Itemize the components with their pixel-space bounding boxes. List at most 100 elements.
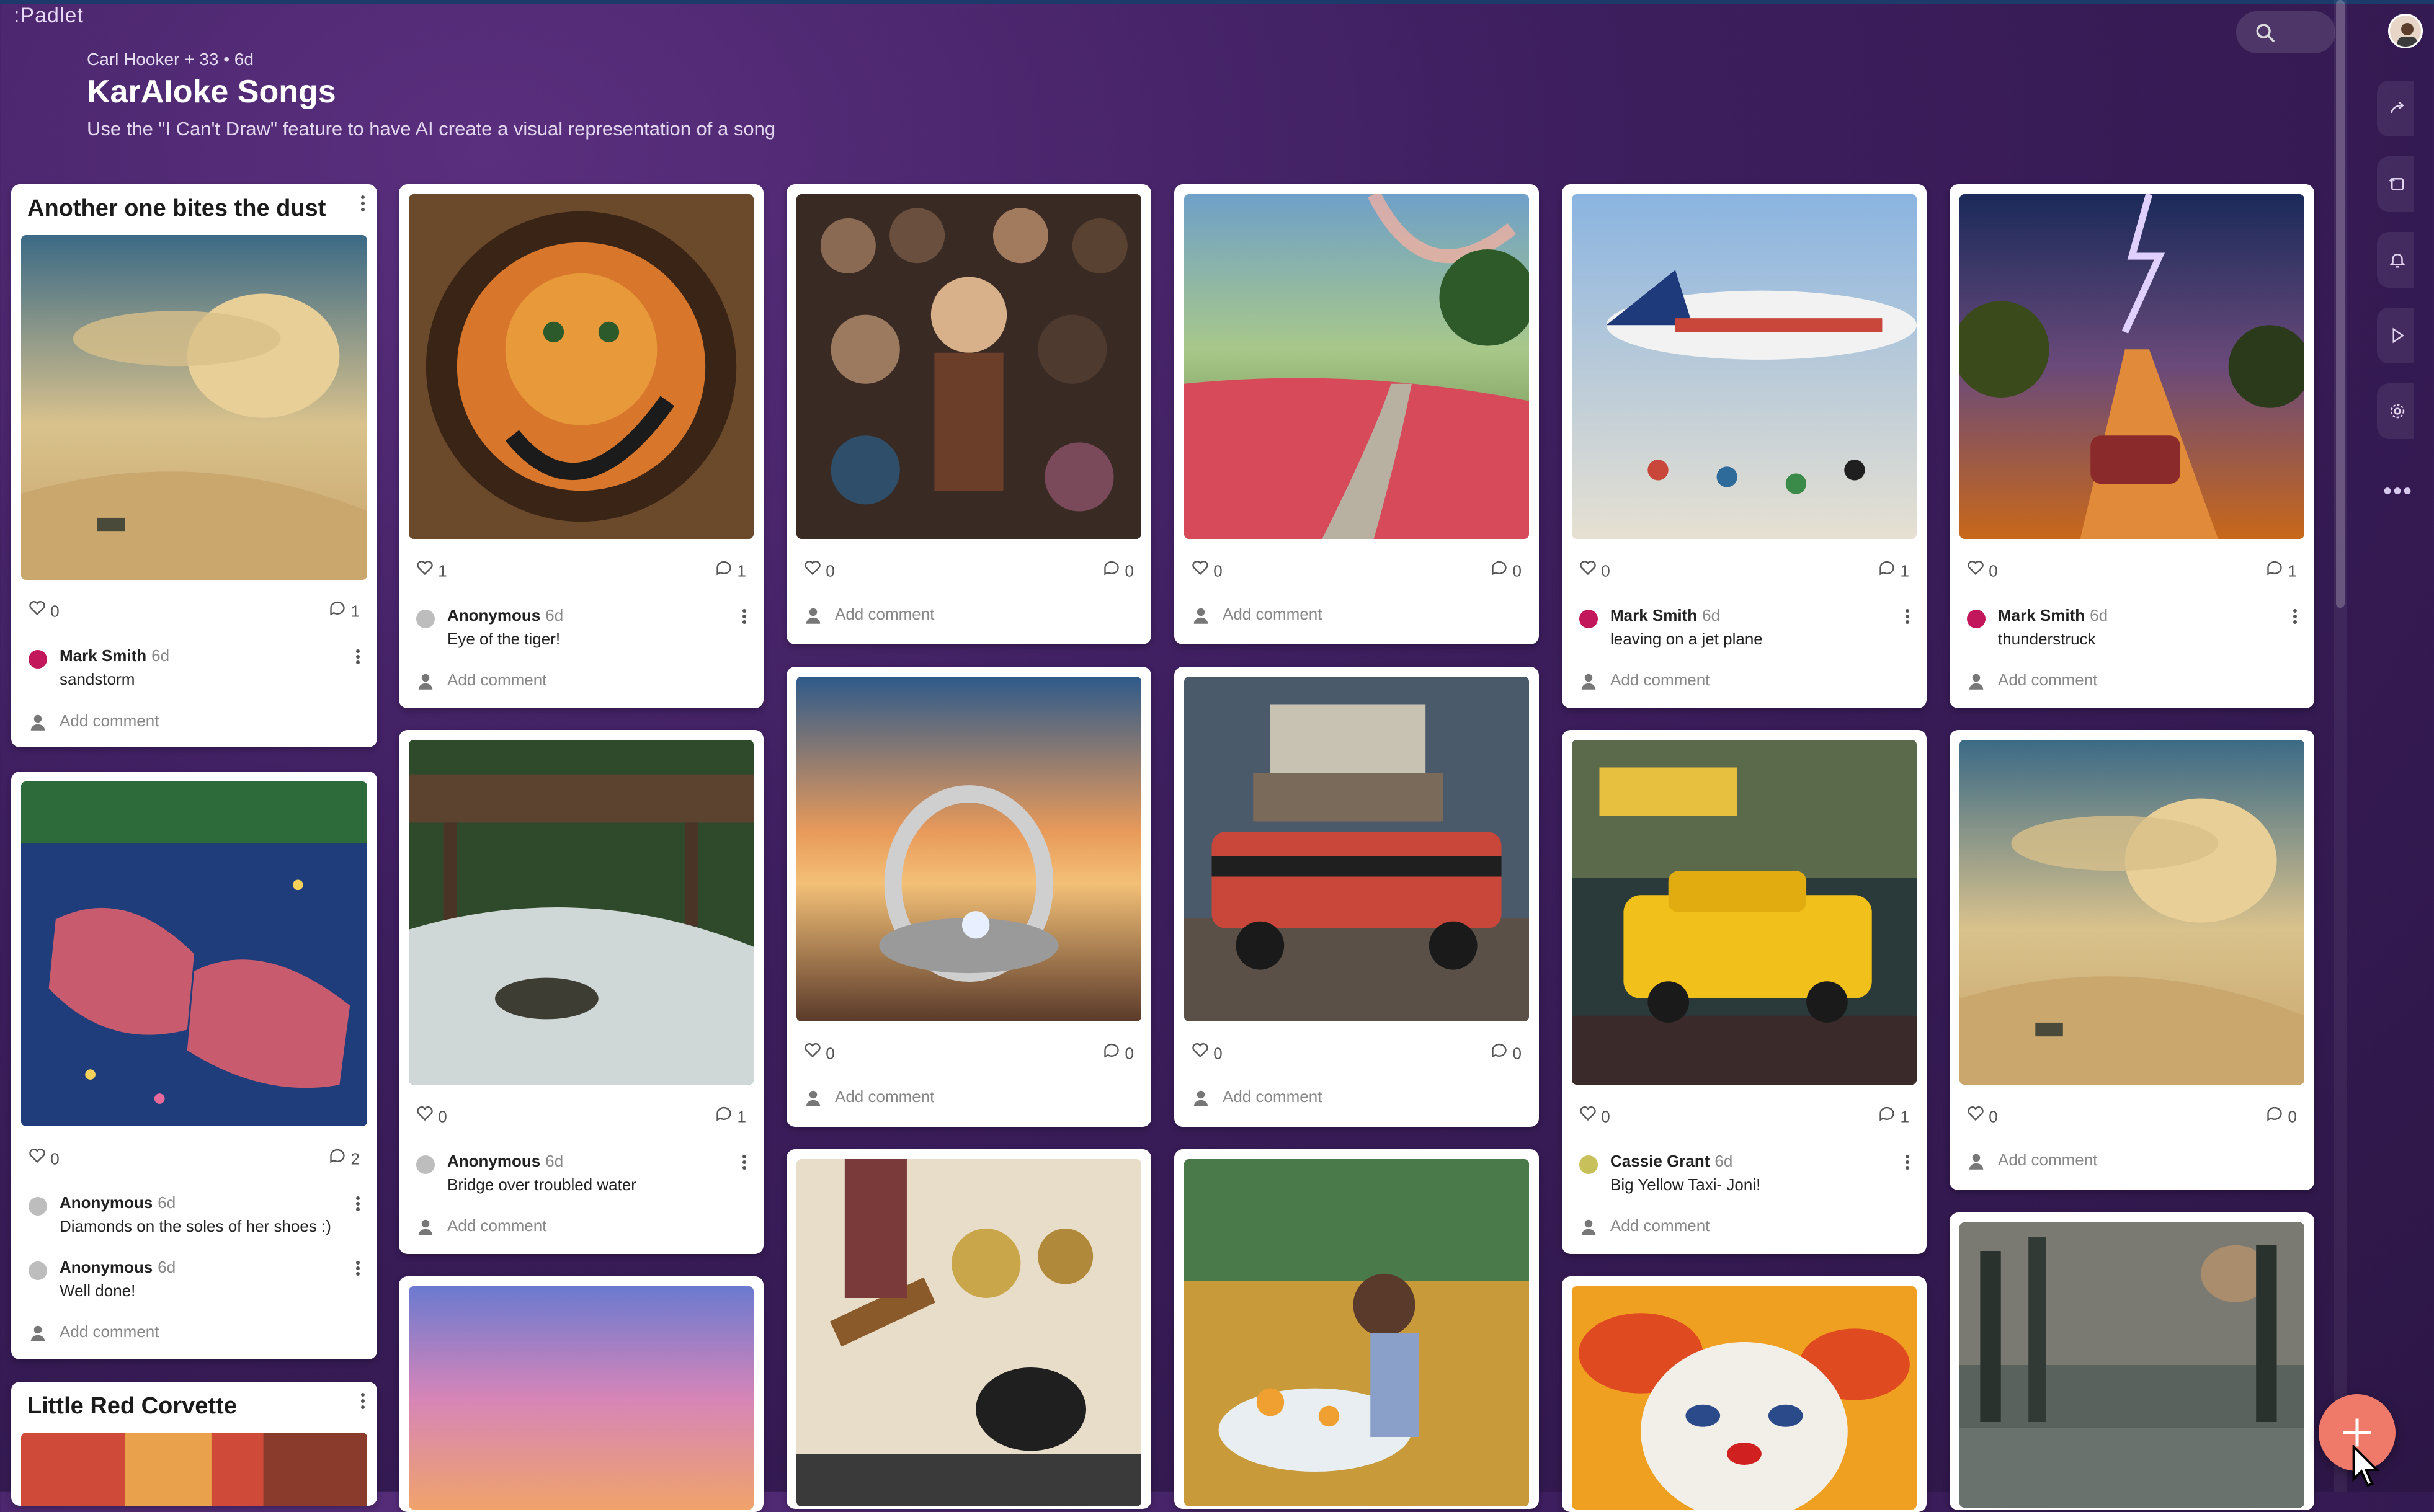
post-image[interactable] (796, 677, 1141, 1021)
comment-count-button[interactable]: 1 (1878, 559, 1909, 581)
comment: Anonymous 6d Eye of the tiger! (416, 606, 746, 653)
notifications-button[interactable] (2377, 232, 2414, 288)
post-card[interactable]: 0 0 Add comment (787, 184, 1151, 644)
comment-count-button[interactable]: 1 (1878, 1105, 1909, 1127)
post-image[interactable] (409, 194, 754, 539)
post-card[interactable]: 0 0 Add comment (1174, 667, 1539, 1127)
post-image[interactable] (1184, 677, 1529, 1021)
post-card[interactable]: 0 0 Add comment (1950, 730, 2314, 1190)
post-menu-button[interactable] (360, 193, 366, 214)
like-button[interactable]: 0 (416, 1105, 447, 1127)
comment-count: 0 (1512, 561, 1522, 580)
comment-count-button[interactable]: 0 (1103, 1042, 1134, 1064)
post-card[interactable]: 0 2 Anonymous 6d Diamonds on the soles of… (11, 772, 377, 1359)
comment-menu-button[interactable] (356, 1259, 360, 1278)
comment-menu-button[interactable] (2293, 607, 2297, 626)
like-count: 1 (438, 561, 447, 580)
post-image[interactable] (1572, 1286, 1917, 1510)
like-button[interactable]: 0 (804, 1042, 835, 1064)
slideshow-button[interactable] (2377, 308, 2414, 363)
comment-menu-button[interactable] (356, 647, 360, 666)
post-card[interactable]: 0 1 Anonymous 6d Bridge over troubled wat… (399, 730, 764, 1254)
comment-icon (1492, 1043, 1507, 1058)
post-menu-button[interactable] (360, 1390, 366, 1412)
comment-count-button[interactable]: 1 (2266, 559, 2297, 581)
remake-button[interactable] (2377, 156, 2414, 212)
post-image[interactable] (1959, 740, 2304, 1085)
scrollbar-thumb[interactable] (2336, 0, 2345, 608)
post-card[interactable] (1950, 1212, 2314, 1510)
comment-count-button[interactable]: 0 (1491, 1042, 1522, 1064)
post-image[interactable] (21, 235, 367, 580)
post-image[interactable] (796, 1159, 1141, 1506)
comment-menu-button[interactable] (742, 1153, 746, 1172)
like-count: 0 (1989, 1107, 1998, 1126)
comment-menu-button[interactable] (1906, 1153, 1909, 1172)
post-image[interactable] (21, 1433, 367, 1506)
post-image[interactable] (21, 781, 367, 1126)
post-card[interactable]: Another one bites the dust 0 1 Mark Smit… (11, 184, 377, 747)
like-button[interactable]: 0 (1967, 1105, 1998, 1127)
post-image[interactable] (409, 740, 754, 1085)
like-button[interactable]: 0 (1192, 1042, 1223, 1064)
post-card[interactable]: 0 1 Mark Smith 6d leaving on a jet plane … (1562, 184, 1927, 708)
search-button[interactable] (2236, 11, 2335, 53)
like-button[interactable]: 0 (1579, 559, 1610, 581)
post-card[interactable]: 0 1 Mark Smith 6d thunderstruck Add comme… (1950, 184, 2314, 708)
like-button[interactable]: 0 (1192, 559, 1223, 581)
post-card[interactable]: 0 1 Cassie Grant 6d Big Yellow Taxi- Joni… (1562, 730, 1927, 1254)
avatar (29, 1261, 47, 1280)
comment-icon (1879, 561, 1894, 576)
comment-count-button[interactable]: 0 (1491, 559, 1522, 581)
post-image[interactable] (1572, 194, 1917, 539)
post-image[interactable] (1184, 194, 1529, 539)
comment-menu-button[interactable] (1906, 607, 1909, 626)
padlet-logo[interactable]: :Padlet (14, 4, 84, 28)
comment-count-button[interactable]: 0 (1103, 559, 1134, 581)
post-image[interactable] (1184, 1159, 1529, 1506)
like-button[interactable]: 0 (1967, 559, 1998, 581)
user-avatar[interactable] (2388, 14, 2423, 48)
comment-author: Anonymous (60, 1258, 153, 1276)
right-toolbar (2377, 62, 2434, 509)
avatar (29, 650, 47, 669)
comment-count-button[interactable]: 2 (329, 1147, 360, 1169)
post-card[interactable]: 0 0 Add comment (1174, 184, 1539, 644)
post-card[interactable] (1174, 1149, 1539, 1509)
post-card[interactable]: Little Red Corvette (11, 1382, 377, 1506)
like-count: 0 (1213, 1044, 1223, 1063)
like-button[interactable]: 0 (29, 600, 60, 621)
comment-count: 0 (2288, 1107, 2297, 1126)
post-image[interactable] (1572, 740, 1917, 1085)
settings-button[interactable] (2377, 383, 2414, 439)
comment-author: Anonymous (60, 1193, 153, 1212)
comment-time: 6d (151, 646, 170, 665)
post-image[interactable] (1959, 194, 2304, 539)
comment-count-button[interactable]: 1 (715, 559, 746, 581)
comment-count-button[interactable]: 1 (329, 600, 360, 621)
more-icon[interactable]: ••• (2383, 478, 2413, 505)
comment-menu-button[interactable] (742, 607, 746, 626)
like-button[interactable]: 0 (804, 559, 835, 581)
post-card[interactable] (1562, 1276, 1927, 1512)
comment: Mark Smith 6d thunderstruck (1967, 606, 2297, 653)
like-button[interactable]: 0 (29, 1147, 60, 1169)
post-card[interactable]: 0 0 Add comment (787, 667, 1151, 1127)
post-image[interactable] (796, 194, 1141, 539)
comment-count-button[interactable]: 0 (2266, 1105, 2297, 1127)
share-button[interactable] (2377, 81, 2414, 136)
post-card[interactable] (399, 1276, 764, 1512)
post-card[interactable]: 1 1 Anonymous 6d Eye of the tiger! Add co… (399, 184, 764, 708)
post-image[interactable] (1959, 1222, 2304, 1508)
comment-count-button[interactable]: 1 (715, 1105, 746, 1127)
search-icon (2256, 24, 2275, 43)
like-button[interactable]: 1 (416, 559, 447, 581)
heart-icon (805, 1043, 821, 1058)
comment-count: 1 (737, 561, 746, 580)
post-image[interactable] (409, 1286, 754, 1510)
comment-menu-button[interactable] (356, 1194, 360, 1213)
comment: Anonymous 6d Well done! (29, 1258, 360, 1305)
post-card[interactable] (787, 1149, 1151, 1509)
like-button[interactable]: 0 (1579, 1105, 1610, 1127)
comment-count: 0 (1512, 1044, 1522, 1063)
